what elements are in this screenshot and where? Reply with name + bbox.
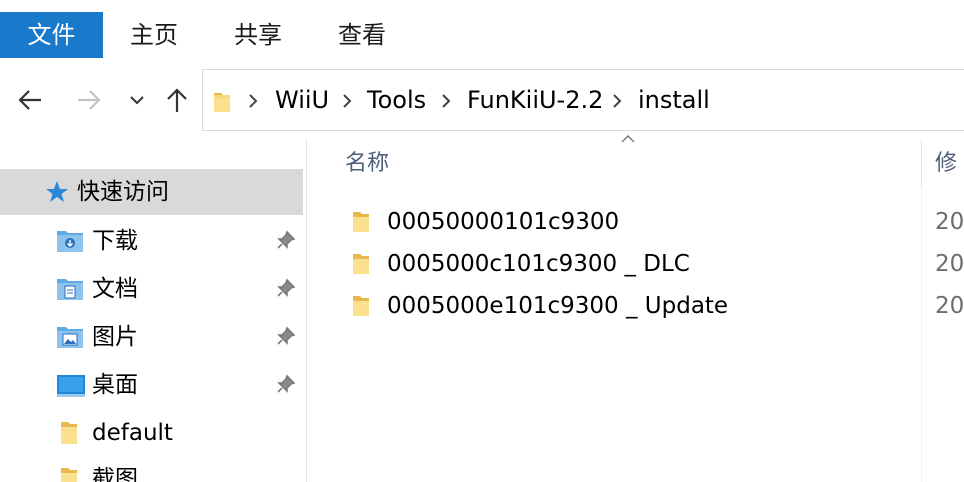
list-item[interactable]: 00050000101c9300 20 — [344, 201, 964, 243]
documents-folder-icon — [57, 279, 83, 300]
sidebar-item-label: 桌面 — [92, 372, 138, 398]
pictures-folder-icon — [57, 327, 83, 348]
file-modified-date: 20 — [935, 251, 964, 277]
sidebar-item-documents[interactable]: 文档 — [0, 266, 303, 312]
file-list-pane: 名称 修 00050000101c9300 20 0005000c101c930… — [308, 135, 964, 482]
chevron-down-icon — [130, 96, 144, 105]
sidebar-item-default[interactable]: default — [0, 410, 303, 456]
sidebar-item-downloads[interactable]: 下载 — [0, 218, 303, 264]
sidebar-item-desktop[interactable]: 桌面 — [0, 362, 303, 408]
sidebar-item-label: 快速访问 — [77, 179, 169, 205]
forward-button[interactable] — [74, 80, 104, 120]
navigation-bar: WiiU Tools FunKiiU-2.2 install — [0, 62, 964, 138]
sidebar-item-label: 图片 — [92, 324, 138, 350]
pin-icon[interactable] — [276, 374, 296, 394]
recent-locations-button[interactable] — [122, 80, 152, 120]
column-header-name[interactable]: 名称 — [345, 138, 389, 188]
sort-ascending-icon — [621, 135, 635, 143]
chevron-right-icon — [613, 94, 622, 108]
file-modified-date: 20 — [935, 293, 964, 319]
back-button[interactable] — [15, 80, 45, 120]
up-arrow-icon — [167, 88, 187, 112]
back-arrow-icon — [18, 90, 41, 110]
file-name: 00050000101c9300 — [387, 209, 620, 235]
breadcrumb-item-tools[interactable]: Tools — [367, 70, 426, 130]
pin-icon[interactable] — [276, 278, 296, 298]
tab-file[interactable]: 文件 — [0, 12, 103, 58]
breadcrumb-item-wiiu[interactable]: WiiU — [275, 70, 329, 130]
downloads-folder-icon — [57, 231, 83, 252]
folder-icon — [61, 422, 77, 444]
navigation-pane: 快速访问 下载 文档 图片 桌面 default 截图 — [0, 138, 307, 482]
folder-icon — [353, 212, 369, 232]
up-button[interactable] — [162, 80, 192, 120]
column-header-modified[interactable]: 修 — [935, 138, 957, 188]
sidebar-item-pictures[interactable]: 图片 — [0, 314, 303, 360]
folder-icon — [353, 296, 369, 316]
pin-icon[interactable] — [276, 326, 296, 346]
chevron-right-icon — [249, 94, 258, 108]
sidebar-item-label: 下载 — [92, 228, 138, 254]
file-name: 0005000c101c9300 _ DLC — [387, 251, 690, 277]
sidebar-item-label: 文档 — [92, 276, 138, 302]
breadcrumb-item-funkiiu[interactable]: FunKiiU-2.2 — [467, 70, 603, 130]
list-item[interactable]: 0005000e101c9300 _ Update 20 — [344, 285, 964, 327]
tab-view[interactable]: 查看 — [325, 12, 399, 58]
folder-icon — [353, 254, 369, 274]
chevron-right-icon — [442, 94, 451, 108]
tab-share[interactable]: 共享 — [221, 12, 295, 58]
sidebar-item-label: 截图 — [92, 466, 138, 482]
folder-icon — [214, 93, 230, 112]
file-modified-date: 20 — [935, 209, 964, 235]
tab-home[interactable]: 主页 — [117, 12, 191, 58]
sidebar-item-quick-access[interactable]: 快速访问 — [0, 169, 303, 215]
pin-icon[interactable] — [276, 230, 296, 250]
list-item[interactable]: 0005000c101c9300 _ DLC 20 — [344, 243, 964, 285]
desktop-folder-icon — [57, 375, 85, 397]
chevron-right-icon — [343, 94, 352, 108]
breadcrumb-item-install[interactable]: install — [638, 70, 710, 130]
ribbon-tab-bar: 文件 主页 共享 查看 — [0, 0, 964, 62]
folder-icon — [61, 468, 77, 482]
address-bar[interactable]: WiiU Tools FunKiiU-2.2 install — [202, 69, 964, 131]
forward-arrow-icon — [78, 90, 101, 110]
star-icon — [46, 181, 68, 202]
column-divider[interactable] — [921, 140, 922, 188]
file-name: 0005000e101c9300 _ Update — [387, 293, 729, 319]
column-header-row: 名称 修 — [308, 135, 964, 188]
sidebar-item-screenshots[interactable]: 截图 — [0, 456, 303, 482]
sidebar-item-label: default — [92, 420, 173, 446]
